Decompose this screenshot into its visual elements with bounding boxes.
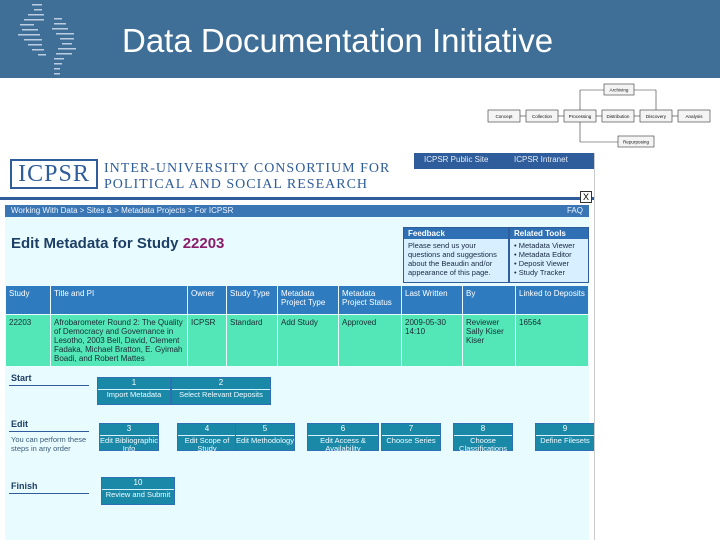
step-edit-8[interactable]: 8 Choose Classifications [453,423,513,453]
step-label: Review and Submit [105,490,171,499]
step-number: 9 [562,424,568,433]
table-cell: Approved [338,314,402,367]
step-number: 1 [131,378,137,387]
step-number: 5 [262,424,268,433]
step-number: 6 [340,424,346,433]
step-number: 8 [480,424,486,433]
feedback-box: Feedback Please send us your questions a… [403,227,509,283]
decorative-code-scribble-icon [18,4,76,75]
section-start-label: Start [11,373,32,383]
step-label: Select Relevant Deposits [179,390,263,399]
page-title-text: Edit Metadata for Study [11,235,179,252]
step-edit-6[interactable]: 6 Edit Access & Availability [307,423,379,453]
lifecycle-stage-discovery-label: Discovery [646,114,667,119]
col-header: Owner [187,285,227,315]
divider [9,431,89,432]
col-header: By [462,285,516,315]
step-label: Choose Classifications [459,436,507,453]
table-cell: 2009-05-30 14:10 [401,314,463,367]
study-number: 22203 [182,235,225,252]
col-header: Metadata Project Type [277,285,339,315]
related-tool-link[interactable]: • Metadata Viewer [514,241,584,250]
step-review-submit[interactable]: 10 Review and Submit [101,477,175,505]
step-edit-4[interactable]: 4 Edit Scope of Study [177,423,237,453]
section-edit-label: Edit [11,419,28,429]
step-label: Define Filesets [540,436,590,445]
table-header-row: Study Title and PI Owner Study Type Meta… [5,285,589,315]
table-row: 22203 Afrobarometer Round 2: The Quality… [5,314,589,367]
breadcrumb[interactable]: Working With Data > Sites & > Metadata P… [11,206,233,215]
lifecycle-stage-distribution-label: Distribution [607,114,630,119]
table-cell: ICPSR [187,314,227,367]
edit-note: You can perform these steps in any order [11,435,87,453]
feedback-title: Feedback [404,228,508,239]
table-cell: Afrobarometer Round 2: The Quality of De… [50,314,188,367]
faq-link[interactable]: FAQ [567,206,583,215]
step-edit-3[interactable]: 3 Edit Bibliographic Info [99,423,159,453]
divider [9,493,89,494]
step-number: 7 [408,424,414,433]
step-number: 4 [204,424,210,433]
top-links-bar: ICPSR Public Site ICPSR Intranet [414,153,594,169]
col-header: Metadata Project Status [338,285,402,315]
lifecycle-stage-concept-label: Concept [495,114,513,119]
icpsr-banner: ICPSR INTER-UNIVERSITY CONSORTIUM FOR PO… [0,153,594,200]
public-site-link[interactable]: ICPSR Public Site [424,155,488,164]
icpsr-logo[interactable]: ICPSR [10,159,98,189]
step-label: Edit Access & Availability [320,436,366,453]
table-cell: 22203 [5,314,51,367]
related-tool-link[interactable]: • Study Tracker [514,268,584,277]
intranet-link[interactable]: ICPSR Intranet [514,155,568,164]
step-label: Edit Methodology [236,436,294,445]
lifecycle-diagram: Concept Collection Processing Distribution D… [487,83,711,148]
metadata-editor-panel: Working With Data > Sites & > Metadata P… [5,205,594,540]
close-icon[interactable]: X [580,191,592,203]
org-name-line2: POLITICAL AND SOCIAL RESEARCH [104,177,369,192]
breadcrumb-bar: Working With Data > Sites & > Metadata P… [5,205,589,217]
col-header: Study [5,285,51,315]
related-tools-box: Related Tools • Metadata Viewer • Metada… [509,227,589,283]
related-tool-link[interactable]: • Deposit Viewer [514,259,584,268]
page-title: Edit Metadata for Study 22203 [11,235,224,252]
section-finish-label: Finish [11,481,38,491]
step-label: Choose Series [386,436,436,445]
step-label: Edit Bibliographic Info [100,436,158,453]
col-header: Linked to Deposits [515,285,589,315]
lifecycle-stage-collection-label: Collection [532,114,553,119]
lifecycle-stage-analysis-label: Analysis [685,114,703,119]
step-number: 2 [218,378,224,387]
step-select-deposits[interactable]: 2 Select Relevant Deposits [171,377,271,405]
col-header: Study Type [226,285,278,315]
step-edit-5[interactable]: 5 Edit Methodology [235,423,295,451]
divider [9,385,89,386]
lifecycle-archiving-label: Archiving [610,88,629,93]
step-label: Import Metadata [106,390,162,399]
table-cell: Standard [226,314,278,367]
table-cell[interactable]: 16564 [515,314,589,367]
step-edit-9[interactable]: 9 Define Filesets [535,423,594,451]
step-import-metadata[interactable]: 1 Import Metadata [97,377,171,405]
slide-title: Data Documentation Initiative [122,22,554,59]
lifecycle-repurposing-label: Repurposing [623,140,649,145]
col-header: Title and PI [50,285,188,315]
lifecycle-stage-processing-label: Processing [569,114,592,119]
study-table: Study Title and PI Owner Study Type Meta… [5,285,589,367]
step-label: Edit Scope of Study [184,436,230,453]
table-cell: Add Study [277,314,339,367]
col-header: Last Written [401,285,463,315]
icpsr-screenshot: ICPSR INTER-UNIVERSITY CONSORTIUM FOR PO… [0,153,595,540]
table-cell: Reviewer Sally Kiser Kiser [462,314,516,367]
related-tools-title: Related Tools [510,228,588,239]
slide-header: Data Documentation Initiative [0,0,720,78]
step-number: 3 [126,424,132,433]
related-tool-link[interactable]: • Metadata Editor [514,250,584,259]
step-edit-7[interactable]: 7 Choose Series [381,423,441,451]
feedback-text[interactable]: Please send us your questions and sugges… [404,239,508,279]
step-number: 10 [133,478,143,487]
org-name-line1: INTER-UNIVERSITY CONSORTIUM FOR [104,161,391,176]
